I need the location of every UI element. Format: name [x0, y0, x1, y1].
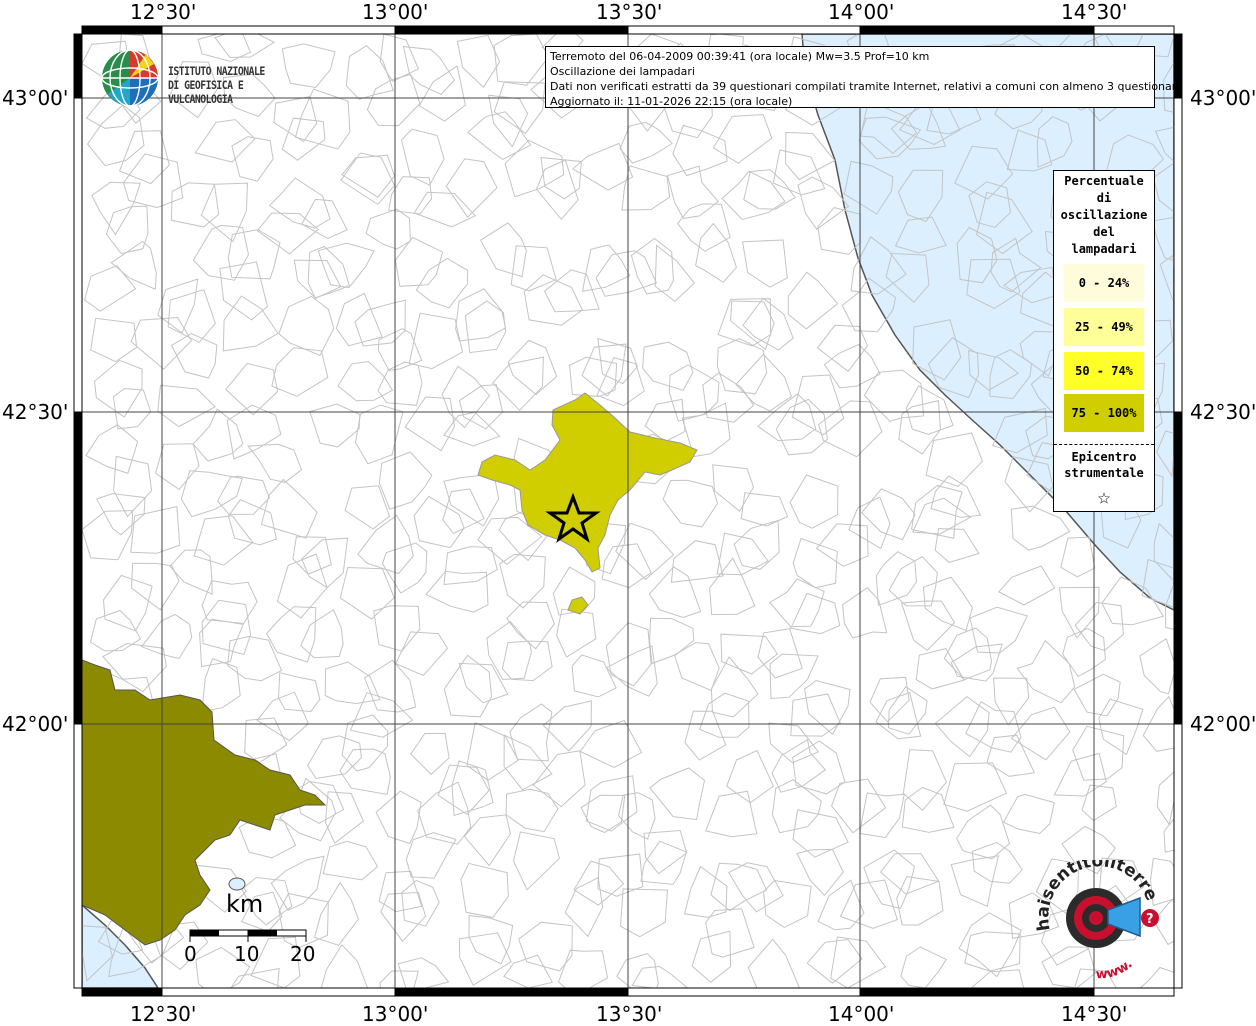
- badge-www: www.: [1095, 957, 1135, 980]
- lon-tick-top-5: 14°30': [1061, 0, 1128, 24]
- legend-item-75-100: 75 - 100%: [1064, 394, 1144, 432]
- globe-icon: [101, 49, 159, 107]
- legend-epicenter-label: Epicentro strumentale: [1054, 449, 1154, 481]
- info-line-2: Oscillazione dei lampadari: [550, 65, 695, 78]
- frame-segment: [81, 987, 163, 997]
- scale-bar: km 0 10 20: [184, 890, 326, 970]
- frame-segment: [1093, 25, 1175, 35]
- legend: Percentuale di oscillazione del lampadar…: [1053, 170, 1155, 512]
- lon-tick-bottom-3: 13°30': [596, 1002, 663, 1026]
- frame-segment: [1173, 411, 1183, 725]
- logo-line-2: DI GEOFISICA E VULCANOLOGIA: [168, 78, 244, 106]
- frame-segment: [73, 411, 83, 725]
- lon-tick-bottom-5: 14°30': [1061, 1002, 1128, 1026]
- frame-segment: [73, 33, 83, 99]
- frame-segment: [81, 25, 163, 35]
- lat-tick-left-3: 42°00': [2, 712, 69, 736]
- frame-segment: [1173, 97, 1183, 413]
- legend-item-0-24: 0 - 24%: [1064, 264, 1144, 302]
- lon-tick-top-4: 14°00': [828, 0, 895, 24]
- frame-segment: [161, 25, 396, 35]
- legend-star-icon: ☆: [1097, 485, 1111, 510]
- lake: [228, 877, 246, 891]
- badge-question: ?: [1146, 912, 1154, 927]
- frame-segment: [73, 97, 83, 413]
- legend-title-line-5: lampadari: [1071, 242, 1137, 256]
- lon-tick-bottom-4: 14°00': [828, 1002, 895, 1026]
- lon-tick-bottom-1: 12°30': [130, 1002, 197, 1026]
- logo-line-1: ISTITUTO NAZIONALE: [168, 64, 265, 78]
- frame-segment: [859, 987, 1095, 997]
- scale-label-10: 10: [234, 942, 260, 966]
- info-line-1: Terremoto del 06-04-2009 00:39:41 (ora l…: [550, 50, 930, 63]
- lon-tick-top-1: 12°30': [130, 0, 197, 24]
- frame-segment: [394, 987, 629, 997]
- lat-tick-right-3: 42°00': [1190, 712, 1256, 736]
- frame-segment: [627, 987, 861, 997]
- legend-title-line-2: di: [1096, 191, 1112, 205]
- earthquake-info-box: Terremoto del 06-04-2009 00:39:41 (ora l…: [545, 46, 1183, 108]
- info-line-3: Dati non verificati estratti da 39 quest…: [550, 80, 1183, 93]
- legend-item-25-49: 25 - 49%: [1064, 308, 1144, 346]
- lat-tick-left-2: 42°30': [2, 400, 69, 424]
- frame-segment: [859, 25, 1095, 35]
- frame-segment: [394, 25, 629, 35]
- legend-separator: [1054, 444, 1154, 445]
- scale-unit: km: [226, 890, 264, 918]
- legend-epicenter-line-2: strumentale: [1064, 466, 1144, 480]
- legend-title-line-1: Percentuale: [1064, 174, 1144, 188]
- legend-title: Percentuale di oscillazione del lampadar…: [1054, 173, 1154, 258]
- info-line-4: Aggiornato il: 11-01-2026 22:15 (ora loc…: [550, 95, 793, 108]
- frame-segment: [1093, 987, 1175, 997]
- lat-tick-right-1: 43°00': [1190, 86, 1256, 110]
- haisentito-badge[interactable]: haisentitoilterremoto.it www. ?: [1030, 860, 1180, 980]
- scale-label-20: 20: [290, 942, 316, 966]
- lat-tick-left-1: 43°00': [2, 86, 69, 110]
- lon-tick-top-3: 13°30': [596, 0, 663, 24]
- lon-tick-bottom-2: 13°00': [362, 1002, 429, 1026]
- frame-segment: [627, 25, 861, 35]
- ingv-logo: ISTITUTO NAZIONALE DI GEOFISICA E VULCAN…: [100, 46, 320, 110]
- lat-tick-right-2: 42°30': [1190, 400, 1256, 424]
- frame-segment: [73, 723, 83, 989]
- legend-epicenter-line-1: Epicentro: [1071, 450, 1137, 464]
- legend-title-line-3: oscillazione: [1060, 208, 1148, 222]
- legend-title-line-4: del: [1093, 225, 1115, 239]
- frame-segment: [161, 987, 396, 997]
- legend-item-50-74: 50 - 74%: [1064, 352, 1144, 390]
- scale-label-0: 0: [184, 942, 197, 966]
- lon-tick-top-2: 13°00': [362, 0, 429, 24]
